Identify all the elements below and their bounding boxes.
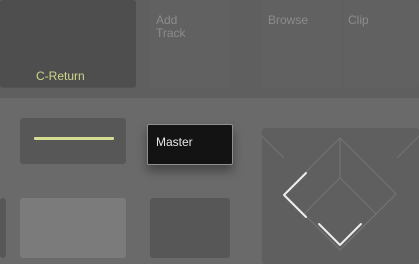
lower-left-pad[interactable] <box>20 198 126 258</box>
push-controller-surface: C-Return Add Track Browse Clip Master <box>0 0 419 264</box>
return-level-indicator <box>34 137 114 140</box>
chevron-down-icon <box>318 223 362 246</box>
add-track-pad[interactable]: Add Track <box>150 0 230 88</box>
return-track-pad[interactable]: C-Return <box>0 0 136 88</box>
clip-pad[interactable]: Clip <box>344 0 419 88</box>
add-track-label: Add Track <box>156 13 186 40</box>
lower-center-pad[interactable] <box>150 198 230 258</box>
navigation-pad-graphics <box>262 135 419 251</box>
left-edge-pad <box>0 198 6 258</box>
browse-label: Browse <box>268 13 309 27</box>
navigation-pad[interactable] <box>262 128 419 264</box>
return-fader-pad[interactable] <box>20 118 126 164</box>
chevron-left-icon <box>283 172 307 218</box>
clip-label: Clip <box>348 13 369 27</box>
return-track-label: C-Return <box>36 69 85 83</box>
browse-pad[interactable]: Browse <box>262 0 342 88</box>
master-label: Master <box>156 135 193 149</box>
master-button[interactable]: Master <box>147 124 233 165</box>
